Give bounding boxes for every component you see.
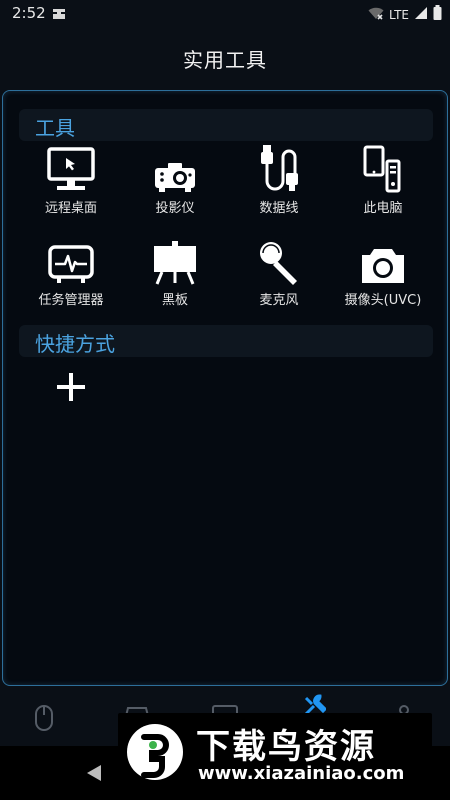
wifi-off-icon bbox=[368, 5, 384, 24]
tool-task-manager[interactable]: 任务管理器 bbox=[19, 233, 123, 308]
status-indicators: LTE bbox=[368, 5, 442, 24]
tool-data-cable[interactable]: 数据线 bbox=[227, 141, 331, 216]
pc-phone-icon bbox=[331, 141, 435, 193]
watermark-title: 下载鸟资源 bbox=[196, 727, 376, 767]
plus-icon bbox=[57, 373, 85, 401]
microphone-icon bbox=[227, 233, 331, 285]
tool-blackboard[interactable]: 黑板 bbox=[123, 233, 227, 308]
tool-label: 投影仪 bbox=[155, 201, 195, 216]
tool-label: 任务管理器 bbox=[38, 293, 104, 308]
tool-label: 摄像头(UVC) bbox=[344, 293, 422, 308]
nav-mouse[interactable] bbox=[34, 704, 54, 736]
signal-icon bbox=[414, 5, 428, 24]
projector-icon bbox=[123, 141, 227, 193]
tool-label: 远程桌面 bbox=[44, 201, 97, 216]
mouse-icon bbox=[35, 705, 53, 731]
back-icon bbox=[87, 765, 101, 781]
tools-section-header: 工具 bbox=[19, 109, 433, 141]
tool-this-pc[interactable]: 此电脑 bbox=[331, 141, 435, 216]
heartbeat-monitor-icon bbox=[19, 233, 123, 285]
back-button[interactable] bbox=[86, 764, 102, 786]
tool-camera[interactable]: 摄像头(UVC) bbox=[331, 233, 435, 308]
tools-panel: 工具 远程桌面 投影仪 数据线 此电脑 任务管理器 黑板 麦克风 摄像头(UVC… bbox=[2, 90, 448, 686]
battery-icon bbox=[433, 5, 442, 24]
tool-microphone[interactable]: 麦克风 bbox=[227, 233, 331, 308]
shortcuts-section-title: 快捷方式 bbox=[35, 332, 115, 356]
tool-label: 数据线 bbox=[259, 201, 299, 216]
page-title: 实用工具 bbox=[183, 48, 267, 72]
tool-projector[interactable]: 投影仪 bbox=[123, 141, 227, 216]
tools-section-title: 工具 bbox=[35, 116, 75, 140]
notification-icon bbox=[52, 5, 66, 24]
tool-remote-desktop[interactable]: 远程桌面 bbox=[19, 141, 123, 216]
blackboard-icon bbox=[123, 233, 227, 285]
shortcuts-section-header: 快捷方式 bbox=[19, 325, 433, 357]
bird-logo-icon bbox=[127, 724, 183, 780]
watermark: 下载鸟资源 www.xiazainiao.com bbox=[118, 713, 432, 789]
tool-label: 麦克风 bbox=[259, 293, 299, 308]
network-type: LTE bbox=[389, 7, 409, 22]
tool-label: 黑板 bbox=[161, 293, 188, 308]
usb-cable-icon bbox=[227, 141, 331, 193]
status-bar: 2:52 LTE bbox=[0, 0, 450, 26]
camera-icon bbox=[331, 233, 435, 285]
watermark-url: www.xiazainiao.com bbox=[198, 763, 405, 784]
monitor-cursor-icon bbox=[19, 141, 123, 193]
add-shortcut-button[interactable] bbox=[53, 369, 89, 405]
tool-label: 此电脑 bbox=[363, 201, 403, 216]
status-time: 2:52 bbox=[12, 4, 46, 22]
